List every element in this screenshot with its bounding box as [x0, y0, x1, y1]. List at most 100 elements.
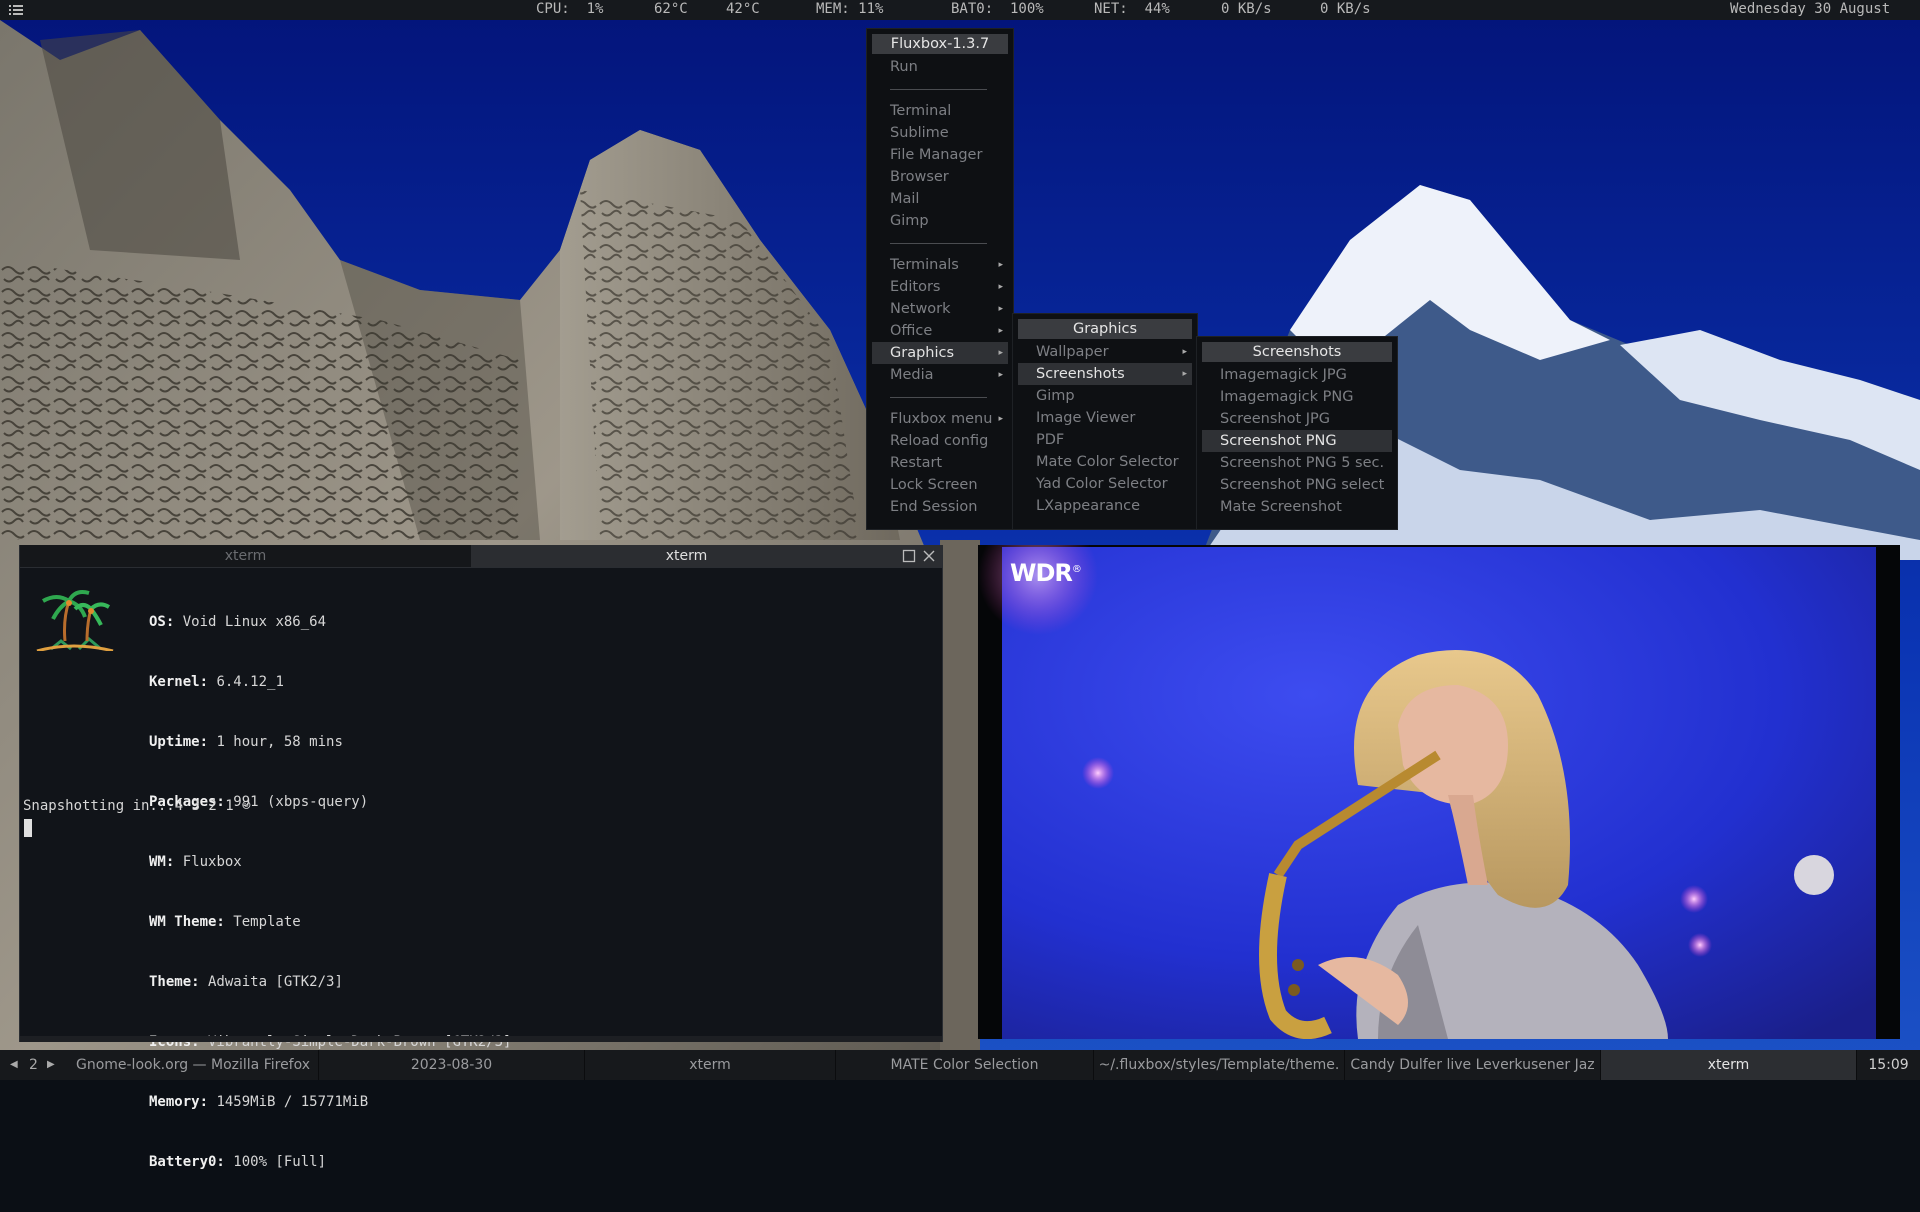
menu-item-sublime[interactable]: Sublime	[867, 122, 1013, 144]
info-key: Kernel:	[149, 674, 209, 690]
submenu-arrow-icon: ▸	[998, 414, 1003, 424]
menu-item-end-session[interactable]: End Session	[867, 496, 1013, 518]
task-video[interactable]: Candy Dulfer live Leverkusener Jaz	[1345, 1050, 1601, 1080]
cpu-temperature: 62°C	[654, 1, 688, 17]
menu-separator	[867, 78, 1013, 100]
screenshots-submenu-title[interactable]: Screenshots	[1202, 342, 1392, 362]
submenu-arrow-icon: ▸	[998, 326, 1003, 336]
system-info-list: OS: Void Linux x86_64 Kernel: 6.4.12_1 U…	[149, 572, 511, 1212]
cpu-usage: CPU: 1%	[536, 1, 604, 17]
submenu-arrow-icon: ▸	[998, 348, 1003, 358]
menu-item-imagemagick-png[interactable]: Imagemagick PNG	[1197, 386, 1397, 408]
terminal-output[interactable]: OS: Void Linux x86_64 Kernel: 6.4.12_1 U…	[23, 569, 942, 1170]
menu-item-editors[interactable]: Editors ▸	[867, 276, 1013, 298]
menu-item-media[interactable]: Media ▸	[867, 364, 1013, 386]
info-key: Theme:	[149, 974, 200, 990]
fluxbox-root-menu: Fluxbox-1.3.7 Run Terminal Sublime File …	[866, 28, 1014, 530]
menu-item-restart[interactable]: Restart	[867, 452, 1013, 474]
menu-item-yad-color-selector[interactable]: Yad Color Selector	[1013, 473, 1197, 495]
info-value: Template	[224, 914, 301, 930]
menu-icon[interactable]	[8, 2, 24, 18]
menu-item-office[interactable]: Office ▸	[867, 320, 1013, 342]
horizontal-scrollbar[interactable]	[20, 1036, 942, 1042]
workspace-switcher[interactable]: ◀ 2 ▶	[0, 1050, 66, 1080]
xterm-tab-bar: xterm xterm	[20, 545, 942, 568]
menu-item-terminals[interactable]: Terminals ▸	[867, 254, 1013, 276]
info-value: 1459MiB / 15771MiB	[208, 1094, 369, 1110]
info-key: WM:	[149, 854, 175, 870]
menu-item-reload-config[interactable]: Reload config	[867, 430, 1013, 452]
menu-item-screenshot-png-select[interactable]: Screenshot PNG select	[1197, 474, 1397, 496]
info-key: Battery0:	[149, 1154, 225, 1170]
info-value: Adwaita [GTK2/3]	[199, 974, 343, 990]
video-player-window[interactable]: WDR®	[978, 545, 1900, 1039]
menu-item-lock-screen[interactable]: Lock Screen	[867, 474, 1013, 496]
xterm-tab-active[interactable]: xterm	[471, 545, 902, 567]
menu-item-mail[interactable]: Mail	[867, 188, 1013, 210]
xterm-tab-inactive[interactable]: xterm	[20, 545, 471, 567]
menu-item-terminal[interactable]: Terminal	[867, 100, 1013, 122]
info-value: 1 hour, 58 mins	[208, 734, 343, 750]
menu-item-label: Screenshots	[1036, 366, 1125, 382]
menu-item-label: Office	[890, 323, 933, 339]
menu-item-gimp[interactable]: Gimp	[867, 210, 1013, 232]
info-line-os: OS: Void Linux x86_64	[149, 612, 511, 632]
menu-item-mate-screenshot[interactable]: Mate Screenshot	[1197, 496, 1397, 518]
menu-item-screenshot-png-5-sec[interactable]: Screenshot PNG 5 sec.	[1197, 452, 1397, 474]
workspace-number: 2	[29, 1057, 38, 1073]
info-line-wm-theme: WM Theme: Template	[149, 912, 511, 932]
network-status: NET: 44%	[1094, 1, 1170, 17]
graphics-submenu-title[interactable]: Graphics	[1018, 319, 1192, 339]
info-line-battery: Battery0: 100% [Full]	[149, 1152, 511, 1172]
terminal-cursor	[24, 819, 32, 837]
registered-mark: ®	[1071, 564, 1082, 575]
info-line-uptime: Uptime: 1 hour, 58 mins	[149, 732, 511, 752]
battery-status: BAT0: 100%	[951, 1, 1044, 17]
menu-item-run[interactable]: Run	[867, 56, 1013, 78]
menu-item-network[interactable]: Network ▸	[867, 298, 1013, 320]
workspace-prev-icon[interactable]: ◀	[10, 1050, 18, 1080]
menu-item-gimp[interactable]: Gimp	[1013, 385, 1197, 407]
menu-item-graphics[interactable]: Graphics ▸	[872, 342, 1008, 364]
task-mate-color-selection[interactable]: MATE Color Selection	[836, 1050, 1094, 1080]
menu-item-label: Network	[890, 301, 951, 317]
maximize-icon[interactable]	[902, 549, 916, 563]
menu-item-fluxbox-menu[interactable]: Fluxbox menu ▸	[867, 408, 1013, 430]
graphics-submenu: Graphics Wallpaper ▸ Screenshots ▸ Gimp Im…	[1012, 313, 1198, 530]
task-firefox[interactable]: Gnome-look.org — Mozilla Firefox	[68, 1050, 319, 1080]
close-icon[interactable]	[922, 549, 936, 563]
menu-item-lxappearance[interactable]: LXappearance	[1013, 495, 1197, 517]
task-date[interactable]: 2023-08-30	[319, 1050, 585, 1080]
info-value: Void Linux x86_64	[174, 614, 327, 630]
info-line-kernel: Kernel: 6.4.12_1	[149, 672, 511, 692]
workspace-next-icon[interactable]: ▶	[47, 1050, 55, 1080]
menu-item-screenshot-jpg[interactable]: Screenshot JPG	[1197, 408, 1397, 430]
menu-item-image-viewer[interactable]: Image Viewer	[1013, 407, 1197, 429]
date-display: Wednesday 30 August	[1730, 1, 1891, 17]
task-xterm[interactable]: xterm	[585, 1050, 836, 1080]
menu-item-screenshots[interactable]: Screenshots ▸	[1018, 363, 1192, 385]
submenu-arrow-icon: ▸	[998, 304, 1003, 314]
menu-separator	[867, 232, 1013, 254]
task-xterm-focused[interactable]: xterm	[1601, 1050, 1857, 1080]
submenu-arrow-icon: ▸	[1182, 369, 1187, 379]
menu-item-screenshot-png[interactable]: Screenshot PNG	[1202, 430, 1392, 452]
xterm-window[interactable]: xterm xterm OS: Void Linux x86_64 Kernel…	[19, 545, 943, 1170]
menu-item-file-manager[interactable]: File Manager	[867, 144, 1013, 166]
info-value: 100% [Full]	[224, 1154, 327, 1170]
screenshots-submenu: Screenshots Imagemagick JPG Imagemagick …	[1196, 336, 1398, 530]
task-theme-file[interactable]: ~/.fluxbox/styles/Template/theme.	[1094, 1050, 1345, 1080]
gpu-temperature: 42°C	[726, 1, 760, 17]
menu-item-wallpaper[interactable]: Wallpaper ▸	[1013, 341, 1197, 363]
wdr-logo: WDR®	[1010, 559, 1082, 587]
video-frame	[978, 545, 1900, 1039]
menu-item-label: Editors	[890, 279, 941, 295]
submenu-arrow-icon: ▸	[998, 282, 1003, 292]
menu-item-browser[interactable]: Browser	[867, 166, 1013, 188]
memory-usage: MEM: 11%	[816, 1, 884, 17]
menu-item-imagemagick-jpg[interactable]: Imagemagick JPG	[1197, 364, 1397, 386]
menu-item-mate-color-selector[interactable]: Mate Color Selector	[1013, 451, 1197, 473]
root-menu-title[interactable]: Fluxbox-1.3.7	[872, 34, 1008, 54]
snapshot-countdown-line: Snapshotting in...4 3 2 1 ☺	[23, 798, 251, 814]
menu-item-pdf[interactable]: PDF	[1013, 429, 1197, 451]
